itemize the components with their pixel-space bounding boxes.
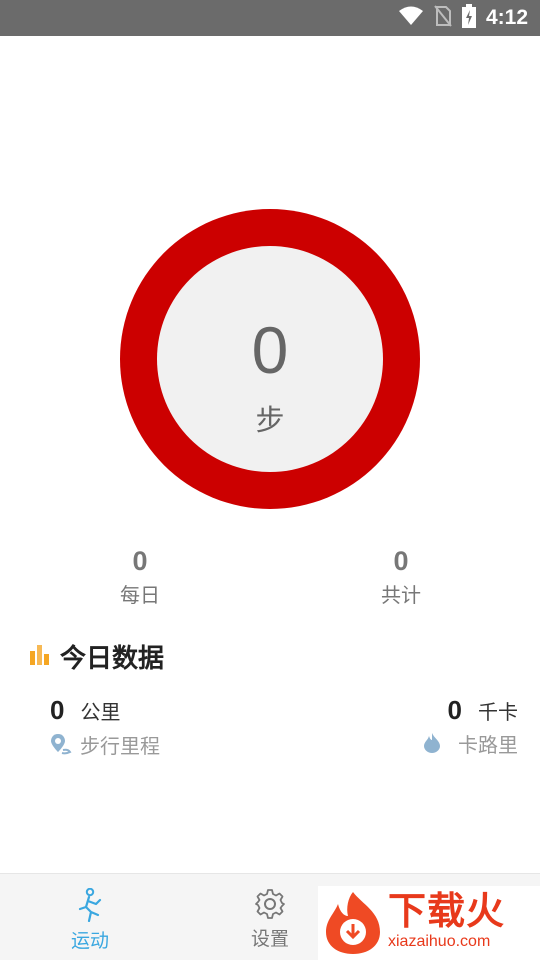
distance-value: 0 [50,695,65,725]
bar-chart-icon [30,644,50,669]
steps-unit: 步 [255,403,285,437]
daily-label: 每日 [120,583,160,607]
step-ring-outer: 0 步 [120,209,420,509]
watermark-logo: 下载火 xiazaihuo.com [318,886,540,960]
calories-label: 卡路里 [458,733,518,757]
distance-metric: 0 公里 步行里程 [50,697,160,759]
status-bar: 4:12 [0,0,540,36]
battery-charging-icon [461,4,476,32]
calories-metric: 0 千卡 卡路里 [424,697,518,757]
location-pin-icon [50,733,72,759]
wifi-icon [398,6,424,30]
calories-unit: 千卡 [478,700,518,724]
daily-value: 0 [132,546,148,576]
total-stat: 0 共计 [341,546,461,607]
step-ring: 0 步 [120,209,420,509]
no-sim-icon [434,5,452,31]
total-value: 0 [393,546,409,576]
nav-item-exercise[interactable]: 运动 [45,887,135,952]
status-time: 4:12 [485,6,528,29]
flame-icon [424,733,440,757]
watermark-text: 下载火 [388,889,506,933]
gear-icon [254,889,286,924]
total-label: 共计 [381,583,421,607]
watermark-subtext: xiazaihuo.com [388,933,491,950]
running-icon [75,887,105,926]
distance-unit: 公里 [80,700,121,724]
status-icons: 4:12 [398,0,528,36]
calories-value: 0 [447,695,462,725]
nav-item-settings[interactable]: 设置 [225,888,315,949]
today-section-title: 今日数据 [30,638,164,675]
distance-label: 步行里程 [80,734,160,758]
today-title: 今日数据 [60,644,165,674]
daily-stat: 0 每日 [80,546,200,607]
fire-logo-icon [322,890,384,960]
nav-label-settings: 设置 [250,928,289,950]
steps-value: 0 [251,313,289,387]
nav-label-exercise: 运动 [70,930,109,952]
